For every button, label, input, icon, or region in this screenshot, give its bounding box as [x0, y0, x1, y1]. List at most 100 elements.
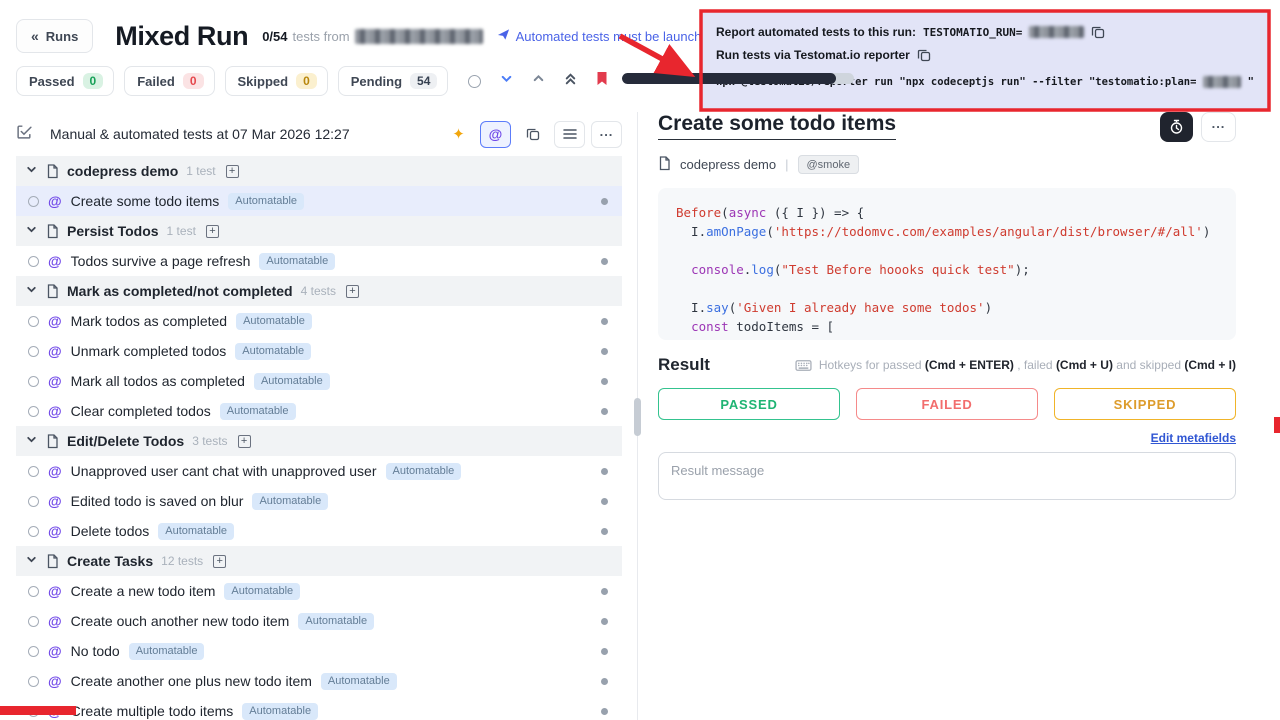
test-title[interactable]: Create some todo items: [71, 193, 220, 209]
smoke-tag[interactable]: @smoke: [798, 155, 860, 174]
status-circle-icon[interactable]: [28, 526, 39, 537]
test-row[interactable]: @Todos survive a page refreshAutomatable: [16, 246, 622, 276]
add-test-icon[interactable]: +: [238, 435, 251, 448]
double-chevron-up-icon[interactable]: [564, 72, 577, 91]
suite-breadcrumb[interactable]: codepress demo: [680, 157, 776, 172]
filter-chip-failed[interactable]: Failed0: [124, 66, 214, 96]
status-dot[interactable]: [601, 348, 608, 355]
test-title[interactable]: Create multiple todo items: [71, 703, 234, 719]
test-title[interactable]: Clear completed todos: [71, 403, 211, 419]
status-circle-icon[interactable]: [28, 346, 39, 357]
failed-button[interactable]: FAILED: [856, 388, 1038, 420]
test-row[interactable]: @Edited todo is saved on blurAutomatable: [16, 486, 622, 516]
add-test-icon[interactable]: +: [206, 225, 219, 238]
test-title[interactable]: Edited todo is saved on blur: [71, 493, 244, 509]
status-circle-icon[interactable]: [28, 496, 39, 507]
status-circle-icon[interactable]: [28, 406, 39, 417]
chevron-up-icon[interactable]: [532, 72, 545, 90]
status-circle-icon[interactable]: [28, 616, 39, 627]
add-test-icon[interactable]: +: [346, 285, 359, 298]
test-row[interactable]: @Delete todosAutomatable: [16, 516, 622, 546]
status-dot[interactable]: [601, 678, 608, 685]
status-circle-icon[interactable]: [28, 466, 39, 477]
status-dot[interactable]: [601, 618, 608, 625]
status-circle-icon[interactable]: [28, 316, 39, 327]
suite-row[interactable]: codepress demo1 test+: [16, 156, 622, 186]
status-circle-icon[interactable]: [28, 676, 39, 687]
chevron-down-icon[interactable]: [26, 552, 37, 570]
chevron-down-icon[interactable]: [500, 72, 513, 90]
suite-row[interactable]: Edit/Delete Todos3 tests+: [16, 426, 622, 456]
skipped-button[interactable]: SKIPPED: [1054, 388, 1236, 420]
filter-chip-pending[interactable]: Pending54: [338, 66, 449, 96]
status-circle-icon[interactable]: [28, 196, 39, 207]
test-row[interactable]: @Mark all todos as completedAutomatable: [16, 366, 622, 396]
test-detail-title[interactable]: Create some todo items: [658, 112, 896, 140]
copy-tests-button[interactable]: [517, 121, 548, 148]
test-row[interactable]: @Create some todo itemsAutomatable: [16, 186, 622, 216]
filter-chip-passed[interactable]: Passed0: [16, 66, 114, 96]
filter-chip-skipped[interactable]: Skipped0: [225, 66, 328, 96]
status-circle-icon[interactable]: [28, 646, 39, 657]
back-to-runs-button[interactable]: « Runs: [16, 19, 93, 53]
test-row[interactable]: @Create ouch another new todo itemAutoma…: [16, 606, 622, 636]
pending-circle-icon[interactable]: [468, 75, 481, 88]
status-circle-icon[interactable]: [28, 376, 39, 387]
tree-scrollbar-thumb[interactable]: [634, 398, 641, 436]
bookmark-icon[interactable]: [596, 71, 608, 91]
status-dot[interactable]: [601, 258, 608, 265]
test-title[interactable]: Unmark completed todos: [71, 343, 227, 359]
test-row[interactable]: @No todoAutomatable: [16, 636, 622, 666]
test-title[interactable]: Mark todos as completed: [71, 313, 227, 329]
test-title[interactable]: Create another one plus new todo item: [71, 673, 312, 689]
test-row[interactable]: @Unmark completed todosAutomatable: [16, 336, 622, 366]
suite-row[interactable]: Persist Todos1 test+: [16, 216, 622, 246]
result-message-input[interactable]: [658, 452, 1236, 500]
status-circle-icon[interactable]: [28, 586, 39, 597]
add-test-icon[interactable]: +: [213, 555, 226, 568]
status-dot[interactable]: [601, 318, 608, 325]
passed-button[interactable]: PASSED: [658, 388, 840, 420]
test-row[interactable]: @Clear completed todosAutomatable: [16, 396, 622, 426]
status-dot[interactable]: [601, 528, 608, 535]
status-dot[interactable]: [601, 498, 608, 505]
chevron-down-icon[interactable]: [26, 432, 37, 450]
review-checklist-icon[interactable]: [16, 123, 33, 145]
test-title[interactable]: No todo: [71, 643, 120, 659]
test-row[interactable]: @Create another one plus new todo itemAu…: [16, 666, 622, 696]
status-circle-icon[interactable]: [28, 256, 39, 267]
suite-row[interactable]: Mark as completed/not completed4 tests+: [16, 276, 622, 306]
test-row[interactable]: @Create multiple todo itemsAutomatable: [16, 696, 622, 720]
copy-reporter-command-button[interactable]: [917, 48, 931, 62]
timer-button[interactable]: [1160, 112, 1193, 142]
ai-sparkle-button[interactable]: ✦: [443, 121, 474, 148]
edit-metafields-link[interactable]: Edit metafields: [658, 431, 1236, 445]
status-circle-icon[interactable]: [28, 706, 39, 717]
test-title[interactable]: Delete todos: [71, 523, 150, 539]
test-row[interactable]: @Create a new todo itemAutomatable: [16, 576, 622, 606]
status-dot[interactable]: [601, 588, 608, 595]
status-dot[interactable]: [601, 408, 608, 415]
test-code-block[interactable]: Before(async ({ I }) => { I.amOnPage('ht…: [658, 188, 1236, 340]
status-dot[interactable]: [601, 468, 608, 475]
chevron-down-icon[interactable]: [26, 282, 37, 300]
chevron-down-icon[interactable]: [26, 222, 37, 240]
chevron-down-icon[interactable]: [26, 162, 37, 180]
automated-filter-button[interactable]: @: [480, 121, 511, 148]
list-view-button[interactable]: [554, 121, 585, 148]
detail-more-button[interactable]: ...: [1201, 112, 1236, 142]
status-dot[interactable]: [601, 648, 608, 655]
suite-row[interactable]: Create Tasks12 tests+: [16, 546, 622, 576]
test-title[interactable]: Create a new todo item: [71, 583, 216, 599]
test-title[interactable]: Todos survive a page refresh: [71, 253, 251, 269]
automated-tests-notice[interactable]: Automated tests must be launched: [497, 28, 716, 44]
test-row[interactable]: @Mark todos as completedAutomatable: [16, 306, 622, 336]
test-row[interactable]: @Unapproved user cant chat with unapprov…: [16, 456, 622, 486]
status-dot[interactable]: [601, 378, 608, 385]
test-title[interactable]: Unapproved user cant chat with unapprove…: [71, 463, 377, 479]
test-title[interactable]: Mark all todos as completed: [71, 373, 245, 389]
add-test-icon[interactable]: +: [226, 165, 239, 178]
tree-more-button[interactable]: ...: [591, 121, 622, 148]
status-dot[interactable]: [601, 708, 608, 715]
test-title[interactable]: Create ouch another new todo item: [71, 613, 290, 629]
